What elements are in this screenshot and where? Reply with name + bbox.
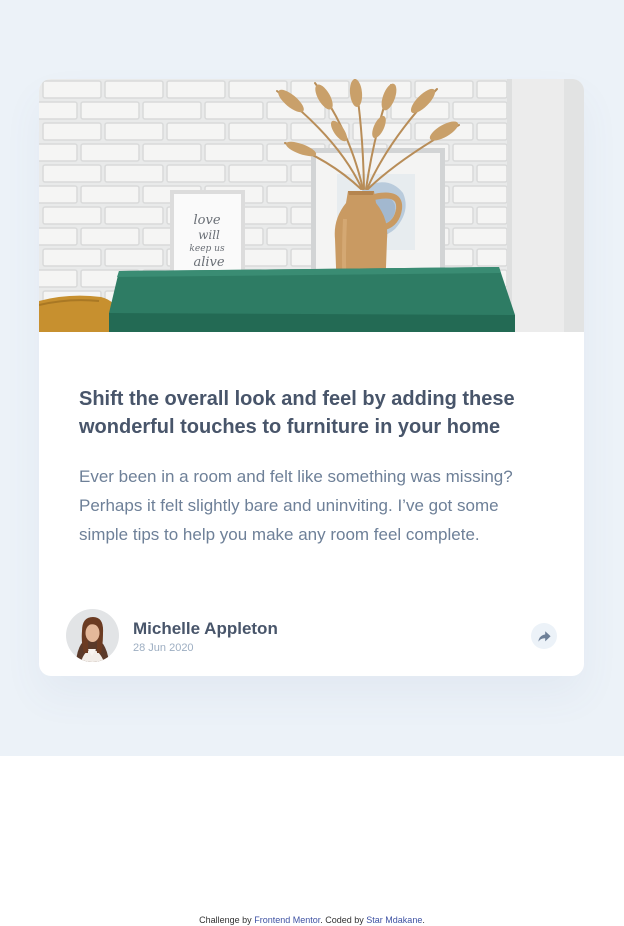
- svg-text:alive: alive: [193, 255, 224, 270]
- article-excerpt: Ever been in a room and felt like someth…: [79, 467, 513, 544]
- avatar: [66, 609, 119, 662]
- share-arrow-icon: [537, 630, 551, 642]
- author-name: Michelle Appleton: [133, 619, 278, 638]
- article-title: Shift the overall look and feel by addin…: [79, 388, 515, 438]
- article-image: love will keep us alive: [39, 79, 584, 332]
- svg-text:will: will: [198, 228, 220, 242]
- publish-date: 28 Jun 2020: [133, 642, 194, 654]
- article-card: love will keep us alive Shift the overal…: [39, 79, 584, 676]
- svg-text:love: love: [193, 213, 220, 228]
- share-button[interactable]: [531, 623, 557, 649]
- attribution: Challenge by Frontend Mentor. Coded by S…: [0, 915, 624, 926]
- svg-text:keep us: keep us: [189, 244, 225, 254]
